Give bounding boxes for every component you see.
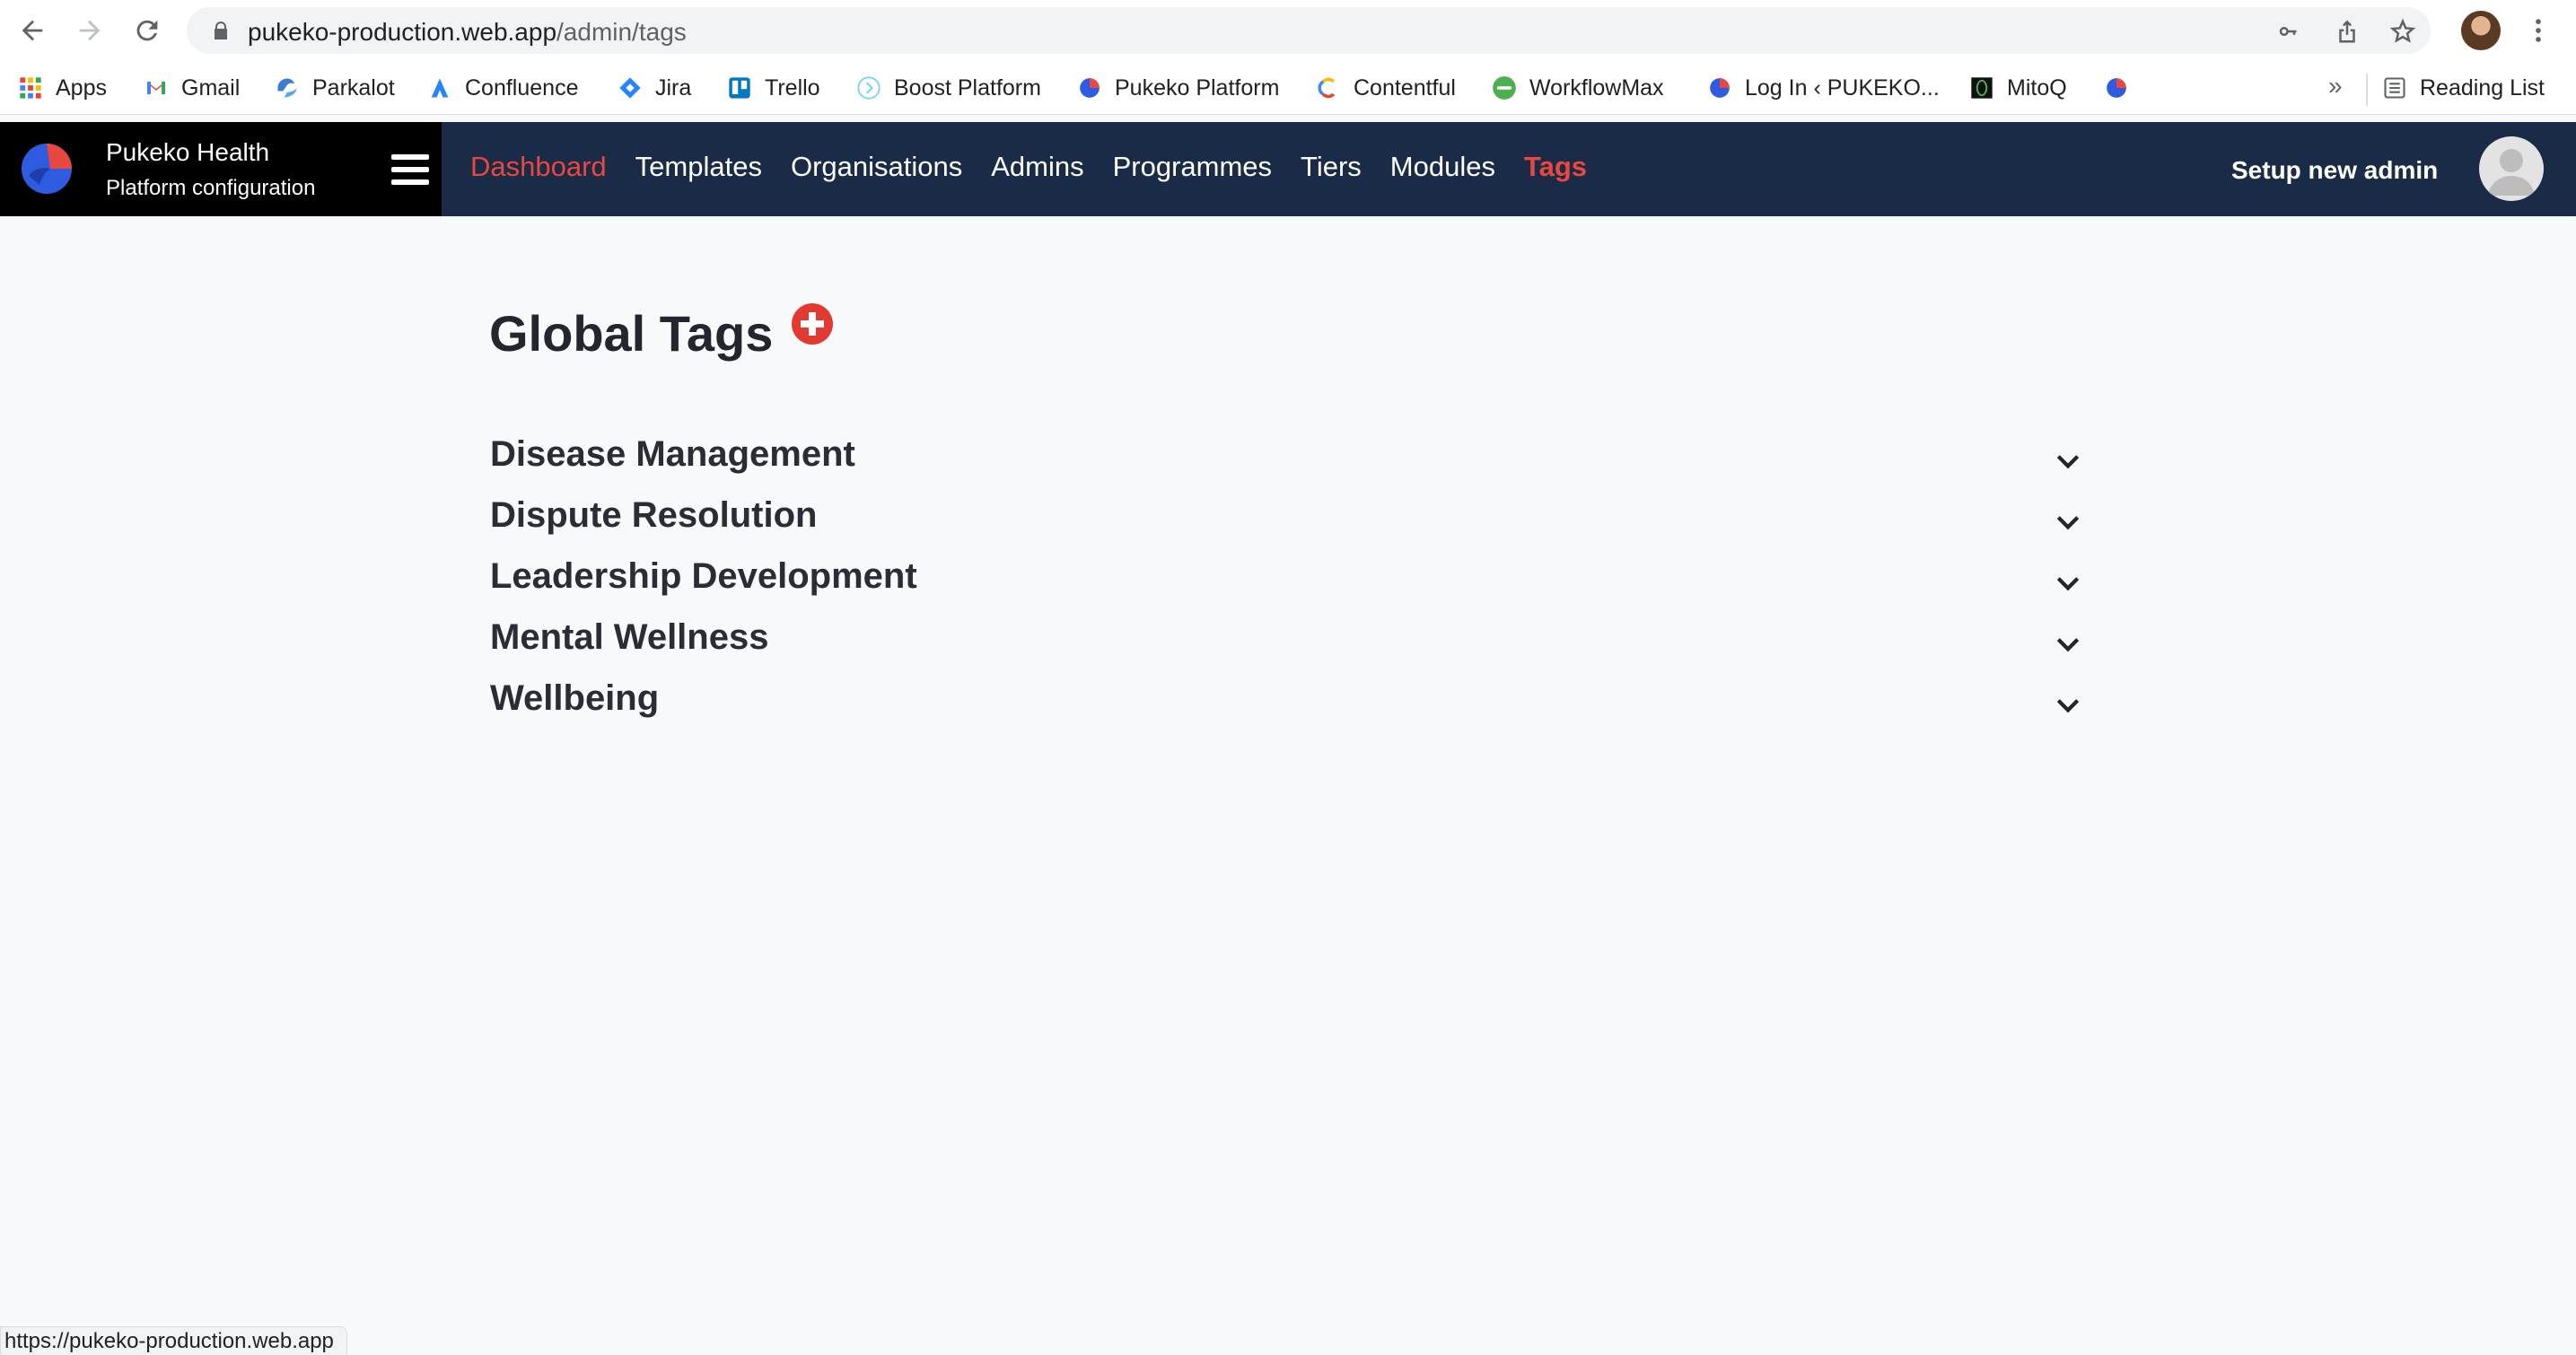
bookmark-gmail[interactable]: Gmail xyxy=(144,72,240,104)
xero-icon xyxy=(1492,75,1517,101)
tag-label: Leadership Development xyxy=(490,556,917,596)
tag-label: Wellbeing xyxy=(490,678,660,718)
page-header: Global Tags xyxy=(489,302,834,364)
chevron-down-icon[interactable] xyxy=(2054,508,2082,537)
nav-organisations[interactable]: Organisations xyxy=(791,151,962,190)
add-tag-button[interactable] xyxy=(791,302,834,345)
bookmark-label: Log In ‹ PUKEKO... xyxy=(1745,74,1940,101)
key-icon[interactable] xyxy=(2276,18,2303,45)
forward-button[interactable] xyxy=(72,13,108,48)
more-vertical-icon xyxy=(2536,19,2541,42)
chevron-down-icon[interactable] xyxy=(2054,569,2082,598)
star-icon[interactable] xyxy=(2389,18,2416,45)
nav-tags[interactable]: Tags xyxy=(1524,151,1587,190)
tag-label: Mental Wellness xyxy=(490,617,769,657)
nav-tiers[interactable]: Tiers xyxy=(1301,151,1362,190)
address-bar[interactable]: pukeko-production.web.app/admin/tags xyxy=(187,7,2431,54)
lock-icon xyxy=(215,22,227,39)
bookmark-label: Parkalot xyxy=(312,74,395,101)
bookmark-pukeko-platform[interactable]: Pukeko Platform xyxy=(1077,72,1279,104)
bookmarks-overflow-button[interactable]: » xyxy=(2328,72,2343,101)
bookmark-log-in-pukeko[interactable]: Log In ‹ PUKEKO... xyxy=(1707,72,1940,104)
brand-subtitle: Platform configuration xyxy=(106,176,316,200)
trello-icon xyxy=(727,75,752,101)
pukeko-logo-icon[interactable] xyxy=(20,142,74,196)
browser-toolbar: pukeko-production.web.app/admin/tags xyxy=(0,0,2576,61)
nav-programmes[interactable]: Programmes xyxy=(1113,151,1272,190)
share-icon[interactable] xyxy=(2334,18,2361,45)
bookmark-parkalot[interactable]: Parkalot xyxy=(275,72,395,104)
hamburger-menu-icon[interactable] xyxy=(391,154,429,185)
bookmark-jira[interactable]: Jira xyxy=(618,72,691,104)
tag-label: Disease Management xyxy=(490,434,855,474)
bookmarks-divider xyxy=(2366,74,2368,106)
bookmark-boost-platform[interactable]: Boost Platform xyxy=(856,72,1041,104)
chevron-down-icon[interactable] xyxy=(2054,630,2082,659)
nav-admins[interactable]: Admins xyxy=(991,151,1083,190)
bookmark-label: Boost Platform xyxy=(894,74,1041,101)
bookmarks-bar: Apps Gmail Parkalot Confluence Jira Trel… xyxy=(0,61,2576,115)
browser-profile-avatar[interactable] xyxy=(2461,11,2501,50)
bookmark-label: WorkflowMax xyxy=(1529,74,1664,101)
bookmark-label: MitoQ xyxy=(2007,74,2067,101)
bookmark-label: Trello xyxy=(765,74,820,101)
app-header: Pukeko Health Platform configuration Das… xyxy=(0,122,2576,216)
gmail-icon xyxy=(144,75,169,101)
chevron-down-icon[interactable] xyxy=(2054,691,2082,720)
nav-templates[interactable]: Templates xyxy=(635,151,762,190)
browser-menu-button[interactable] xyxy=(2520,13,2556,48)
link-status-bubble: https://pukeko-production.web.app xyxy=(0,1326,347,1355)
reading-list-label: Reading List xyxy=(2420,74,2545,101)
bookmark-label: Contentful xyxy=(1354,74,1456,101)
brand-name: Pukeko Health xyxy=(106,138,270,166)
jira-icon xyxy=(618,75,643,101)
user-silhouette-icon xyxy=(2488,149,2535,196)
bookmark-confluence[interactable]: Confluence xyxy=(427,72,578,104)
bookmark-contentful[interactable]: Contentful xyxy=(1316,72,1456,104)
page-title: Global Tags xyxy=(489,304,774,362)
reload-button[interactable] xyxy=(129,13,165,48)
boost-icon xyxy=(856,75,881,101)
bookmark-apps[interactable]: Apps xyxy=(18,72,107,104)
bookmark-workflowmax[interactable]: WorkflowMax xyxy=(1492,72,1664,104)
chevron-down-icon[interactable] xyxy=(2054,447,2082,476)
tag-row[interactable]: Leadership Development xyxy=(490,556,2082,610)
bookmark-trello[interactable]: Trello xyxy=(727,72,820,104)
parkalot-icon xyxy=(275,75,300,101)
tag-row[interactable]: Dispute Resolution xyxy=(490,495,2082,549)
confluence-icon xyxy=(427,75,452,101)
tag-row[interactable]: Wellbeing xyxy=(490,678,2082,732)
apps-grid-icon xyxy=(18,75,43,101)
tag-row[interactable]: Mental Wellness xyxy=(490,617,2082,671)
bookmark-label: Gmail xyxy=(181,74,241,101)
bookmark-label: Apps xyxy=(56,74,107,101)
bookmark-mitoq[interactable]: MitoQ xyxy=(1969,72,2067,104)
contentful-icon xyxy=(1316,75,1341,101)
reading-list-button[interactable]: Reading List xyxy=(2382,72,2545,104)
bookmark-label: Jira xyxy=(655,74,692,101)
tag-label: Dispute Resolution xyxy=(490,495,818,535)
user-avatar[interactable] xyxy=(2479,136,2544,201)
arrow-left-icon xyxy=(22,20,43,41)
tag-row[interactable]: Disease Management xyxy=(490,434,2082,488)
arrow-right-icon xyxy=(79,20,101,41)
bookmark-label: Confluence xyxy=(465,74,579,101)
reload-icon xyxy=(136,20,158,41)
address-url: pukeko-production.web.app/admin/tags xyxy=(248,18,687,46)
bookmark-label: Pukeko Platform xyxy=(1115,74,1280,101)
main-nav: Dashboard Templates Organisations Admins… xyxy=(470,151,1616,190)
nav-modules[interactable]: Modules xyxy=(1390,151,1495,190)
reading-list-icon xyxy=(2382,75,2407,101)
brand-block: Pukeko Health Platform configuration xyxy=(0,122,442,216)
nav-dashboard[interactable]: Dashboard xyxy=(470,151,607,190)
pukeko-icon xyxy=(1077,75,1102,101)
pukeko-icon xyxy=(1707,75,1732,101)
bookmark-pukeko-unlabeled[interactable] xyxy=(2104,72,2142,104)
setup-new-admin-button[interactable]: Setup new admin xyxy=(2231,156,2438,185)
mitoq-icon xyxy=(1969,75,1994,101)
back-button[interactable] xyxy=(14,13,50,48)
pukeko-icon xyxy=(2104,75,2129,101)
